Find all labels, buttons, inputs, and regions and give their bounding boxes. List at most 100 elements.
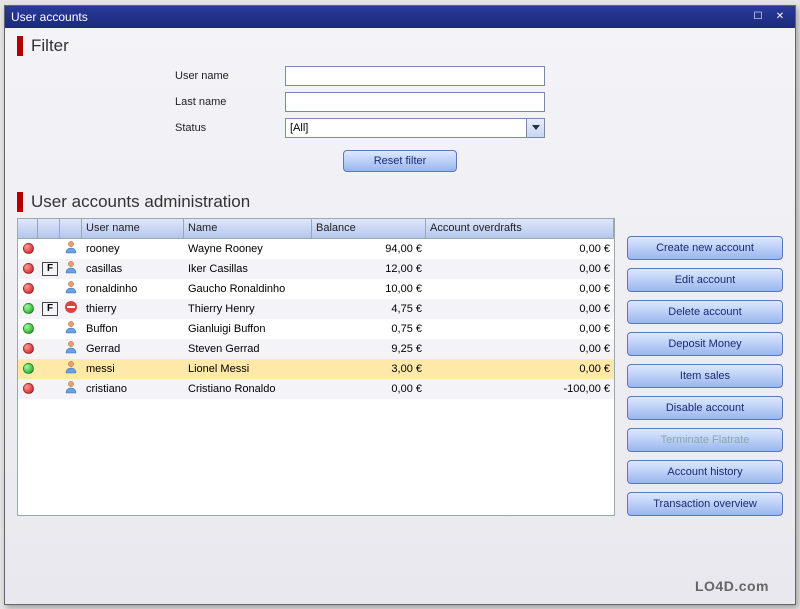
col-balance[interactable]: Balance bbox=[312, 219, 426, 238]
name-cell: Steven Gerrad bbox=[184, 341, 312, 357]
filter-section-header: Filter bbox=[5, 28, 795, 62]
chevron-down-icon[interactable] bbox=[526, 119, 544, 137]
maximize-icon[interactable]: ☐ bbox=[749, 9, 767, 25]
close-icon[interactable]: ✕ bbox=[771, 9, 789, 25]
name-cell: Iker Casillas bbox=[184, 261, 312, 277]
red-status-icon bbox=[23, 283, 34, 294]
admin-body: User name Name Balance Account overdraft… bbox=[5, 218, 795, 528]
name-cell: Wayne Rooney bbox=[184, 241, 312, 257]
person-icon bbox=[64, 340, 78, 354]
username-cell: thierry bbox=[82, 301, 184, 317]
col-name[interactable]: Name bbox=[184, 219, 312, 238]
user-icon-cell bbox=[60, 378, 82, 399]
green-status-icon bbox=[23, 303, 34, 314]
name-cell: Thierry Henry bbox=[184, 301, 312, 317]
flag-cell bbox=[38, 367, 60, 371]
table-row[interactable]: FcasillasIker Casillas12,00 €0,00 € bbox=[18, 259, 614, 279]
red-status-icon bbox=[23, 263, 34, 274]
status-dot bbox=[18, 241, 38, 256]
transaction-overview-button[interactable]: Transaction overview bbox=[627, 492, 783, 516]
username-cell: Gerrad bbox=[82, 341, 184, 357]
edit-account-button[interactable]: Edit account bbox=[627, 268, 783, 292]
flatrate-flag-icon: F bbox=[42, 302, 58, 316]
section-marker-icon bbox=[17, 36, 23, 56]
status-select-value: [All] bbox=[286, 122, 526, 134]
balance-cell: 94,00 € bbox=[312, 241, 426, 257]
balance-cell: 10,00 € bbox=[312, 281, 426, 297]
reset-wrap: Reset filter bbox=[175, 144, 625, 182]
overdraft-cell: 0,00 € bbox=[426, 341, 614, 357]
table-row[interactable]: cristianoCristiano Ronaldo0,00 €-100,00 … bbox=[18, 379, 614, 399]
table-row[interactable]: BuffonGianluigi Buffon0,75 €0,00 € bbox=[18, 319, 614, 339]
green-status-icon bbox=[23, 363, 34, 374]
accounts-table: User name Name Balance Account overdraft… bbox=[17, 218, 615, 516]
deposit-money-button[interactable]: Deposit Money bbox=[627, 332, 783, 356]
lastname-label: Last name bbox=[175, 96, 285, 108]
col-flag[interactable] bbox=[38, 219, 60, 238]
table-row[interactable]: FthierryThierry Henry4,75 €0,00 € bbox=[18, 299, 614, 319]
flag-cell bbox=[38, 387, 60, 391]
item-sales-button[interactable]: Item sales bbox=[627, 364, 783, 388]
flag-cell bbox=[38, 247, 60, 251]
filter-status-row: Status [All] bbox=[175, 118, 625, 138]
account-history-button[interactable]: Account history bbox=[627, 460, 783, 484]
filter-username-row: User name bbox=[175, 66, 625, 86]
balance-cell: 4,75 € bbox=[312, 301, 426, 317]
overdraft-cell: 0,00 € bbox=[426, 281, 614, 297]
table-body: rooneyWayne Rooney94,00 €0,00 €Fcasillas… bbox=[18, 239, 614, 399]
overdraft-cell: 0,00 € bbox=[426, 321, 614, 337]
col-username[interactable]: User name bbox=[82, 219, 184, 238]
content: Filter User name Last name Status [All] bbox=[5, 28, 795, 528]
username-cell: ronaldinho bbox=[82, 281, 184, 297]
table-row[interactable]: GerradSteven Gerrad9,25 €0,00 € bbox=[18, 339, 614, 359]
flatrate-flag-icon: F bbox=[42, 262, 58, 276]
balance-cell: 12,00 € bbox=[312, 261, 426, 277]
status-dot bbox=[18, 281, 38, 296]
blocked-icon bbox=[64, 300, 78, 314]
filter-heading: Filter bbox=[31, 36, 69, 56]
table-row[interactable]: messiLionel Messi3,00 €0,00 € bbox=[18, 359, 614, 379]
filter-lastname-row: Last name bbox=[175, 92, 625, 112]
col-icon[interactable] bbox=[60, 219, 82, 238]
lastname-input[interactable] bbox=[285, 92, 545, 112]
username-input[interactable] bbox=[285, 66, 545, 86]
delete-account-button[interactable]: Delete account bbox=[627, 300, 783, 324]
overdraft-cell: 0,00 € bbox=[426, 361, 614, 377]
create-account-button[interactable]: Create new account bbox=[627, 236, 783, 260]
overdraft-cell: 0,00 € bbox=[426, 261, 614, 277]
titlebar[interactable]: User accounts ☐ ✕ bbox=[5, 6, 795, 28]
green-status-icon bbox=[23, 323, 34, 334]
status-dot bbox=[18, 381, 38, 396]
user-icon-cell bbox=[60, 298, 82, 319]
user-icon-cell bbox=[60, 338, 82, 359]
terminate-flatrate-button[interactable]: Terminate Flatrate bbox=[627, 428, 783, 452]
balance-cell: 3,00 € bbox=[312, 361, 426, 377]
status-dot bbox=[18, 341, 38, 356]
user-icon-cell bbox=[60, 258, 82, 279]
status-dot bbox=[18, 301, 38, 316]
flag-cell bbox=[38, 327, 60, 331]
reset-filter-button[interactable]: Reset filter bbox=[343, 150, 458, 172]
person-icon bbox=[64, 320, 78, 334]
col-overdraft[interactable]: Account overdrafts bbox=[426, 219, 614, 238]
window-controls: ☐ ✕ bbox=[749, 9, 789, 25]
balance-cell: 0,00 € bbox=[312, 381, 426, 397]
person-icon bbox=[64, 280, 78, 294]
red-status-icon bbox=[23, 243, 34, 254]
col-status[interactable] bbox=[18, 219, 38, 238]
table-row[interactable]: rooneyWayne Rooney94,00 €0,00 € bbox=[18, 239, 614, 259]
red-status-icon bbox=[23, 343, 34, 354]
window-title: User accounts bbox=[11, 10, 749, 24]
status-dot bbox=[18, 361, 38, 376]
admin-section-header: User accounts administration bbox=[5, 184, 795, 218]
flag-cell: F bbox=[38, 260, 60, 278]
status-select[interactable]: [All] bbox=[285, 118, 545, 138]
user-accounts-window: User accounts ☐ ✕ Filter User name Last … bbox=[4, 5, 796, 605]
flag-cell bbox=[38, 287, 60, 291]
username-cell: casillas bbox=[82, 261, 184, 277]
disable-account-button[interactable]: Disable account bbox=[627, 396, 783, 420]
balance-cell: 9,25 € bbox=[312, 341, 426, 357]
section-marker-icon bbox=[17, 192, 23, 212]
user-icon-cell bbox=[60, 278, 82, 299]
table-row[interactable]: ronaldinhoGaucho Ronaldinho10,00 €0,00 € bbox=[18, 279, 614, 299]
